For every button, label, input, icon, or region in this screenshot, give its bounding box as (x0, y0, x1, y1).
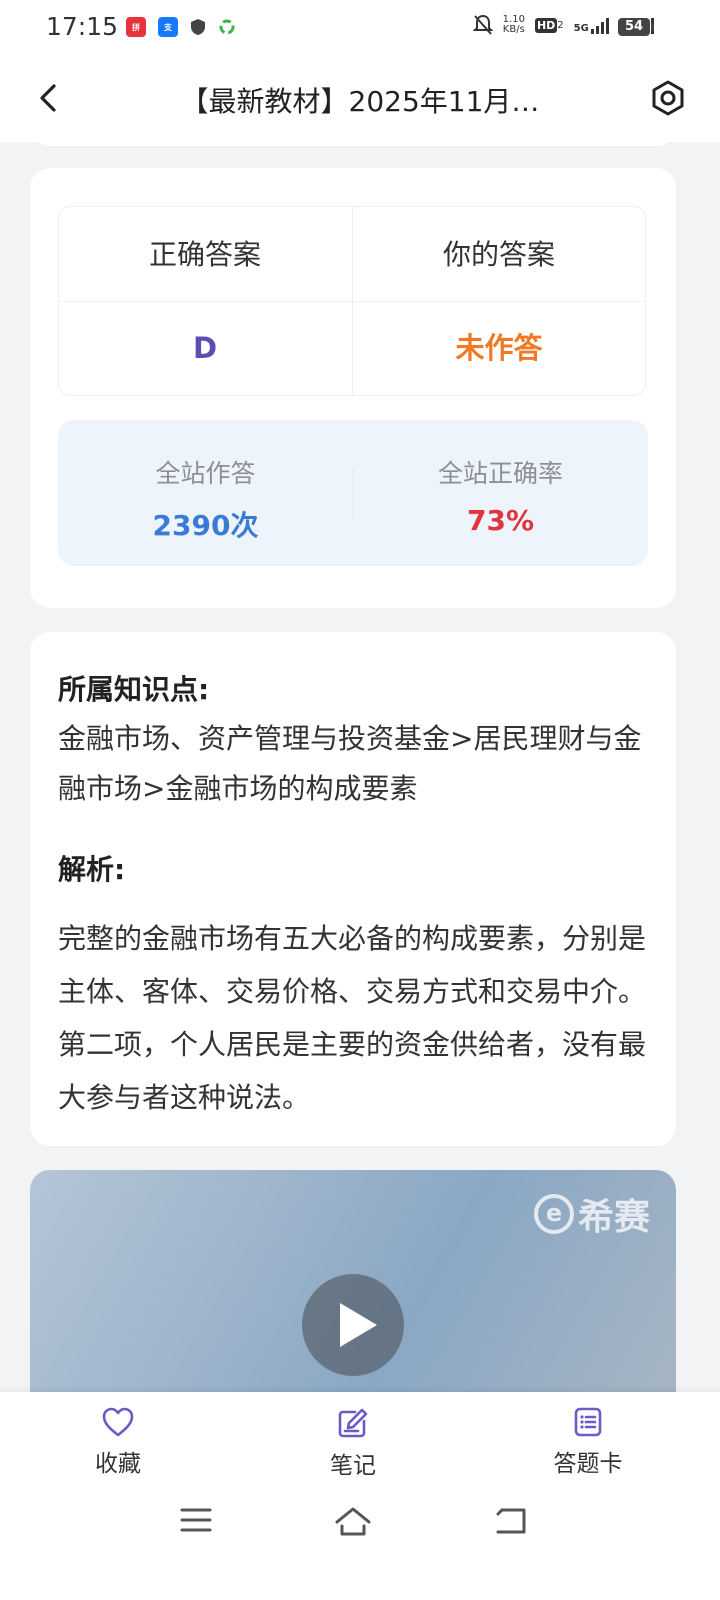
back-arrow-icon[interactable] (30, 78, 70, 118)
attempts-value: 2390次 (152, 509, 259, 542)
tab-favorite-label: 收藏 (95, 1451, 141, 1477)
your-answer-column: 你的答案 未作答 (352, 207, 645, 395)
alipay-app-icon: 支 (158, 17, 178, 37)
battery-indicator: 54 (618, 18, 654, 36)
answer-card: 正确答案 D 你的答案 未作答 全站作答 2390次 全站正确率 73% (30, 168, 676, 608)
notification-icons: 拼 支 (126, 17, 236, 37)
back-gesture-icon[interactable] (494, 1506, 528, 1536)
bottom-action-bar: 收藏 笔记 答题卡 (0, 1392, 720, 1600)
page-title: 【最新教材】2025年11月… (180, 85, 540, 118)
accuracy-value: 73% (466, 504, 535, 537)
correct-answer-header: 正确答案 (59, 207, 351, 302)
accuracy-stat: 全站正确率 73% (353, 420, 648, 566)
mute-bell-icon (472, 14, 493, 35)
knowledge-point-text: 金融市场、资产管理与投资基金>居民理财与金融市场>金融市场的构成要素 (58, 722, 642, 805)
system-nav-bar (0, 1500, 720, 1560)
your-answer-header: 你的答案 (353, 207, 645, 302)
tab-notes-label: 笔记 (330, 1453, 376, 1479)
tab-favorite[interactable]: 收藏 (48, 1406, 188, 1478)
tab-answer-sheet[interactable]: 答题卡 (518, 1406, 658, 1478)
net-speed: 1.10 KB/s (502, 14, 525, 35)
your-answer-value: 未作答 (455, 331, 543, 365)
brand-logo-icon: e (533, 1194, 574, 1234)
analysis-title: 解析: (58, 853, 126, 886)
answer-sheet-icon (574, 1407, 602, 1437)
status-time: 17:15 (46, 12, 119, 41)
analysis-text: 完整的金融市场有五大必备的构成要素，分别是主体、客体、交易价格、交易方式和交易中… (58, 922, 647, 1114)
knowledge-point-title: 所属知识点: (58, 673, 210, 706)
attempts-label: 全站作答 (155, 459, 256, 488)
play-icon (340, 1303, 377, 1347)
attempts-stat: 全站作答 2390次 (58, 420, 353, 566)
play-button[interactable] (302, 1274, 404, 1376)
heart-icon (102, 1407, 134, 1437)
hd-indicator: HD 2 (534, 17, 564, 33)
signal-sim1: 5G (574, 16, 609, 34)
tab-notes[interactable]: 笔记 (283, 1406, 423, 1480)
explanation-video[interactable]: e 希赛 (30, 1170, 676, 1392)
accuracy-label: 全站正确率 (437, 459, 563, 488)
previous-card-edge (30, 126, 676, 146)
tab-answer-sheet-label: 答题卡 (553, 1451, 623, 1477)
answer-table: 正确答案 D 你的答案 未作答 (58, 206, 646, 396)
brand-watermark: e 希赛 (533, 1188, 650, 1240)
shield-icon (191, 19, 205, 35)
site-stats-panel: 全站作答 2390次 全站正确率 73% (58, 420, 648, 566)
settings-hexagon-icon[interactable] (648, 78, 688, 118)
correct-answer-value: D (192, 331, 218, 365)
menu-icon[interactable] (180, 1506, 212, 1534)
pinduoduo-app-icon: 拼 (126, 17, 146, 37)
correct-answer-column: 正确答案 D (59, 207, 351, 395)
note-edit-icon (338, 1408, 368, 1438)
analysis-card: 所属知识点: 金融市场、资产管理与投资基金>居民理财与金融市场>金融市场的构成要… (30, 632, 676, 1146)
brand-watermark-text: 希赛 (577, 1197, 650, 1238)
recycle-icon (219, 19, 235, 35)
status-bar: 17:15 拼 支 1.10 KB/s HD 2 5G 5G 54 (0, 0, 720, 58)
home-icon[interactable] (334, 1506, 372, 1538)
